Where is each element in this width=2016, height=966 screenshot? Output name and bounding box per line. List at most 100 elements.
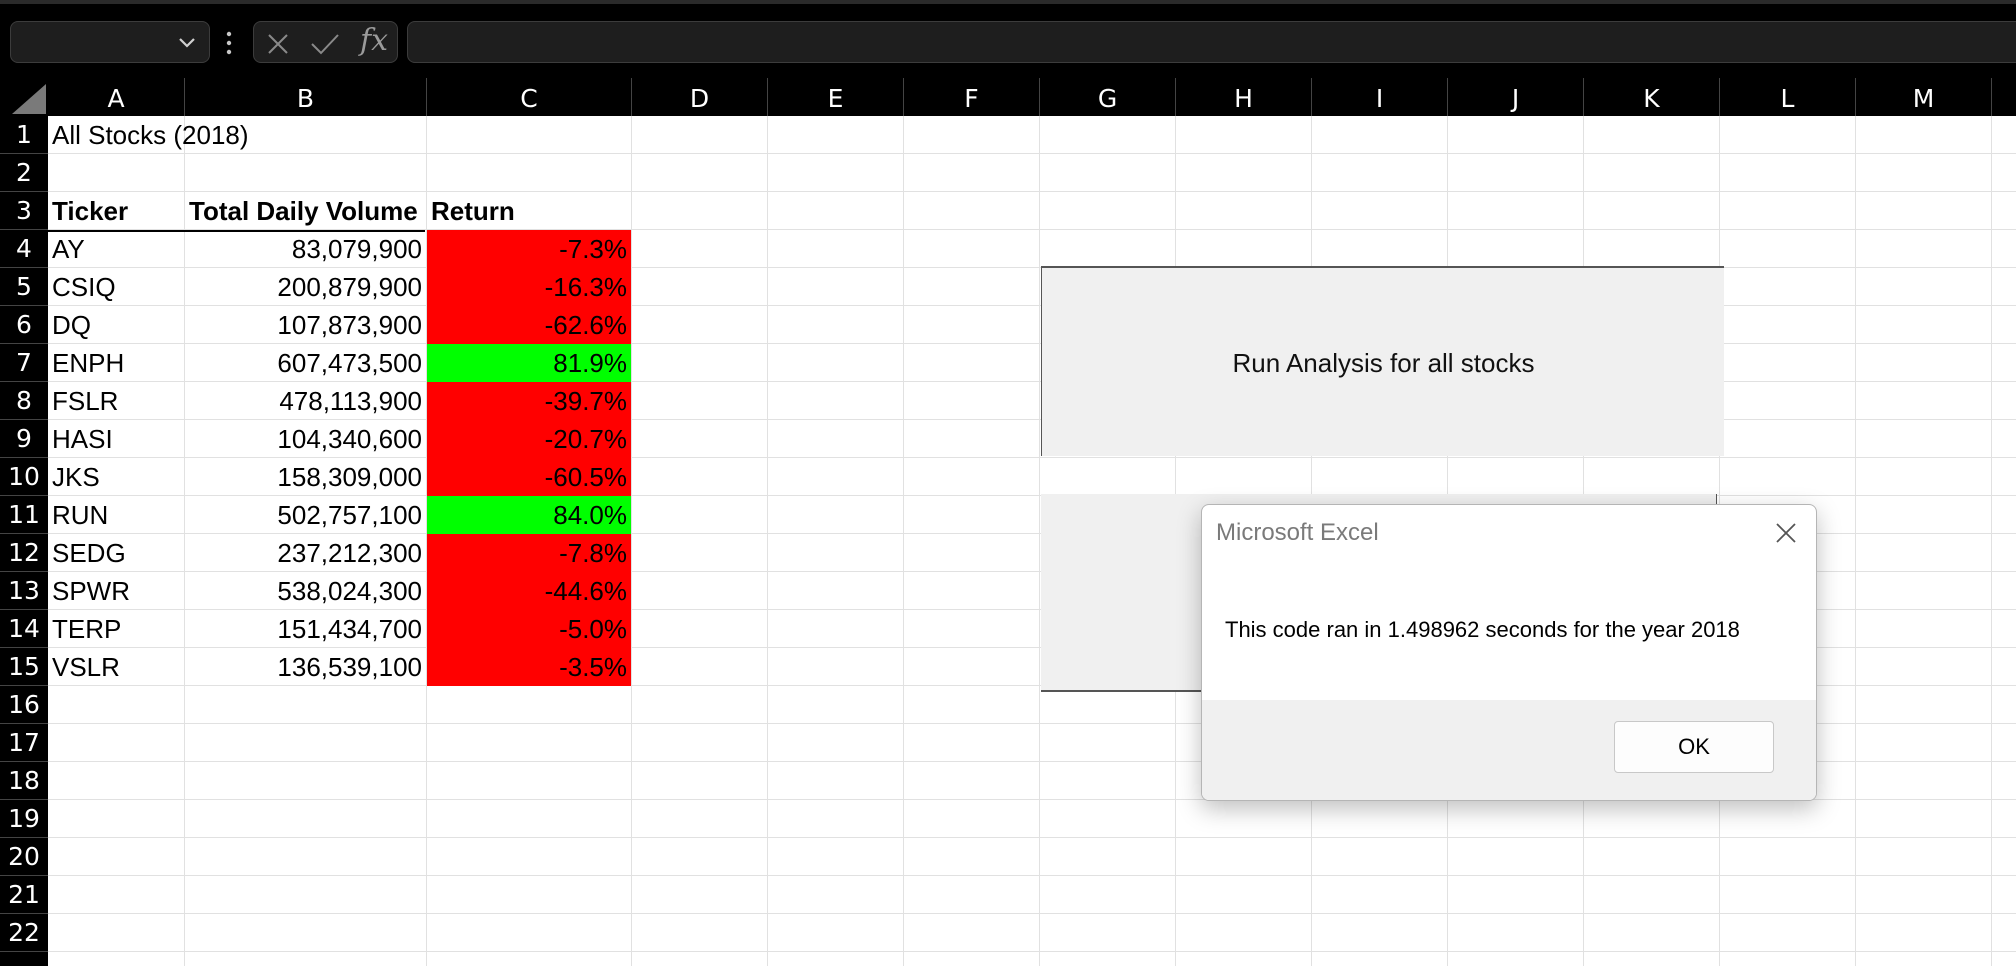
column-header-l[interactable]: L bbox=[1720, 78, 1856, 116]
row-header-18[interactable]: 18 bbox=[0, 762, 48, 800]
row-gridline bbox=[48, 875, 2016, 876]
row-header-16[interactable]: 16 bbox=[0, 686, 48, 724]
header-return-cell[interactable]: Return bbox=[427, 192, 631, 230]
ticker-cell[interactable]: AY bbox=[48, 230, 184, 268]
checkmark-icon[interactable] bbox=[310, 32, 340, 56]
row-header-3[interactable]: 3 bbox=[0, 192, 48, 230]
header-volume-cell[interactable]: Total Daily Volume bbox=[185, 192, 426, 230]
volume-cell[interactable]: 83,079,900 bbox=[185, 230, 426, 268]
ticker-cell[interactable]: VSLR bbox=[48, 648, 184, 686]
column-header-a[interactable]: A bbox=[48, 78, 185, 116]
ribbon-edge bbox=[0, 0, 2016, 4]
return-cell[interactable]: -7.8% bbox=[427, 534, 631, 572]
volume-cell[interactable]: 158,309,000 bbox=[185, 458, 426, 496]
row-header-15[interactable]: 15 bbox=[0, 648, 48, 686]
column-header-i[interactable]: I bbox=[1312, 78, 1448, 116]
volume-cell[interactable]: 107,873,900 bbox=[185, 306, 426, 344]
return-cell[interactable]: -7.3% bbox=[427, 230, 631, 268]
row-header-17[interactable]: 17 bbox=[0, 724, 48, 762]
return-cell[interactable]: -20.7% bbox=[427, 420, 631, 458]
dialog-message: This code ran in 1.498962 seconds for th… bbox=[1225, 617, 1740, 642]
row-header-7[interactable]: 7 bbox=[0, 344, 48, 382]
row-header-13[interactable]: 13 bbox=[0, 572, 48, 610]
volume-cell[interactable]: 538,024,300 bbox=[185, 572, 426, 610]
return-cell[interactable]: -16.3% bbox=[427, 268, 631, 306]
ticker-cell[interactable]: RUN bbox=[48, 496, 184, 534]
return-cell[interactable]: 81.9% bbox=[427, 344, 631, 382]
return-cell[interactable]: -3.5% bbox=[427, 648, 631, 686]
column-gridline bbox=[1991, 116, 1992, 966]
return-cell[interactable]: 84.0% bbox=[427, 496, 631, 534]
return-cell[interactable]: -62.6% bbox=[427, 306, 631, 344]
x-icon[interactable] bbox=[266, 32, 290, 56]
row-header-4[interactable]: 4 bbox=[0, 230, 48, 268]
formula-bar[interactable] bbox=[407, 21, 2016, 63]
formula-buttons: fx bbox=[253, 21, 398, 63]
column-header-e[interactable]: E bbox=[768, 78, 904, 116]
column-header-k[interactable]: K bbox=[1584, 78, 1720, 116]
column-gridline bbox=[903, 116, 904, 966]
volume-cell[interactable]: 200,879,900 bbox=[185, 268, 426, 306]
select-all-triangle-icon bbox=[12, 84, 46, 114]
return-cell[interactable]: -5.0% bbox=[427, 610, 631, 648]
row-header-14[interactable]: 14 bbox=[0, 610, 48, 648]
dialog-footer: OK bbox=[1202, 700, 1816, 800]
volume-cell[interactable]: 151,434,700 bbox=[185, 610, 426, 648]
close-icon[interactable] bbox=[1772, 519, 1800, 547]
column-header-c[interactable]: C bbox=[427, 78, 632, 116]
return-cell[interactable]: -44.6% bbox=[427, 572, 631, 610]
more-options-icon[interactable] bbox=[226, 30, 232, 56]
volume-cell[interactable]: 237,212,300 bbox=[185, 534, 426, 572]
message-dialog: Microsoft Excel This code ran in 1.49896… bbox=[1201, 504, 1817, 801]
row-header-1[interactable]: 1 bbox=[0, 116, 48, 154]
volume-cell[interactable]: 104,340,600 bbox=[185, 420, 426, 458]
row-header-9[interactable]: 9 bbox=[0, 420, 48, 458]
row-header-11[interactable]: 11 bbox=[0, 496, 48, 534]
column-header-j[interactable]: J bbox=[1448, 78, 1584, 116]
ticker-cell[interactable]: TERP bbox=[48, 610, 184, 648]
column-header-m[interactable]: M bbox=[1856, 78, 1992, 116]
volume-cell[interactable]: 136,539,100 bbox=[185, 648, 426, 686]
chevron-down-icon[interactable] bbox=[175, 30, 199, 54]
column-header-f[interactable]: F bbox=[904, 78, 1040, 116]
row-gridline bbox=[48, 951, 2016, 952]
header-ticker-cell[interactable]: Ticker bbox=[48, 192, 184, 230]
row-header-22[interactable]: 22 bbox=[0, 914, 48, 952]
row-header-21[interactable]: 21 bbox=[0, 876, 48, 914]
volume-cell[interactable]: 607,473,500 bbox=[185, 344, 426, 382]
return-cell[interactable]: -39.7% bbox=[427, 382, 631, 420]
ok-button[interactable]: OK bbox=[1614, 721, 1774, 773]
row-header-12[interactable]: 12 bbox=[0, 534, 48, 572]
ticker-cell[interactable]: SEDG bbox=[48, 534, 184, 572]
column-gridline bbox=[1039, 116, 1040, 966]
column-header-g[interactable]: G bbox=[1040, 78, 1176, 116]
ticker-cell[interactable]: DQ bbox=[48, 306, 184, 344]
column-header-d[interactable]: D bbox=[632, 78, 768, 116]
row-header-5[interactable]: 5 bbox=[0, 268, 48, 306]
run-analysis-all-stocks-button[interactable]: Run Analysis for all stocks bbox=[1041, 266, 1724, 456]
volume-cell[interactable]: 502,757,100 bbox=[185, 496, 426, 534]
row-gridline bbox=[48, 837, 2016, 838]
row-header-6[interactable]: 6 bbox=[0, 306, 48, 344]
volume-cell[interactable]: 478,113,900 bbox=[185, 382, 426, 420]
ticker-cell[interactable]: HASI bbox=[48, 420, 184, 458]
ticker-cell[interactable]: ENPH bbox=[48, 344, 184, 382]
row-header-8[interactable]: 8 bbox=[0, 382, 48, 420]
sheet-title-cell[interactable]: All Stocks (2018) bbox=[48, 116, 631, 154]
select-all-corner[interactable] bbox=[0, 78, 48, 116]
row-header-10[interactable]: 10 bbox=[0, 458, 48, 496]
ticker-cell[interactable]: SPWR bbox=[48, 572, 184, 610]
insert-function-button[interactable]: fx bbox=[360, 26, 388, 56]
row-header-20[interactable]: 20 bbox=[0, 838, 48, 876]
ticker-cell[interactable]: FSLR bbox=[48, 382, 184, 420]
ticker-cell[interactable]: CSIQ bbox=[48, 268, 184, 306]
return-cell[interactable]: -60.5% bbox=[427, 458, 631, 496]
column-gridline bbox=[767, 116, 768, 966]
column-header-h[interactable]: H bbox=[1176, 78, 1312, 116]
row-header-2[interactable]: 2 bbox=[0, 154, 48, 192]
row-header-19[interactable]: 19 bbox=[0, 800, 48, 838]
ticker-cell[interactable]: JKS bbox=[48, 458, 184, 496]
column-header-b[interactable]: B bbox=[185, 78, 427, 116]
name-box[interactable] bbox=[10, 21, 210, 63]
dialog-title: Microsoft Excel bbox=[1216, 519, 1379, 546]
